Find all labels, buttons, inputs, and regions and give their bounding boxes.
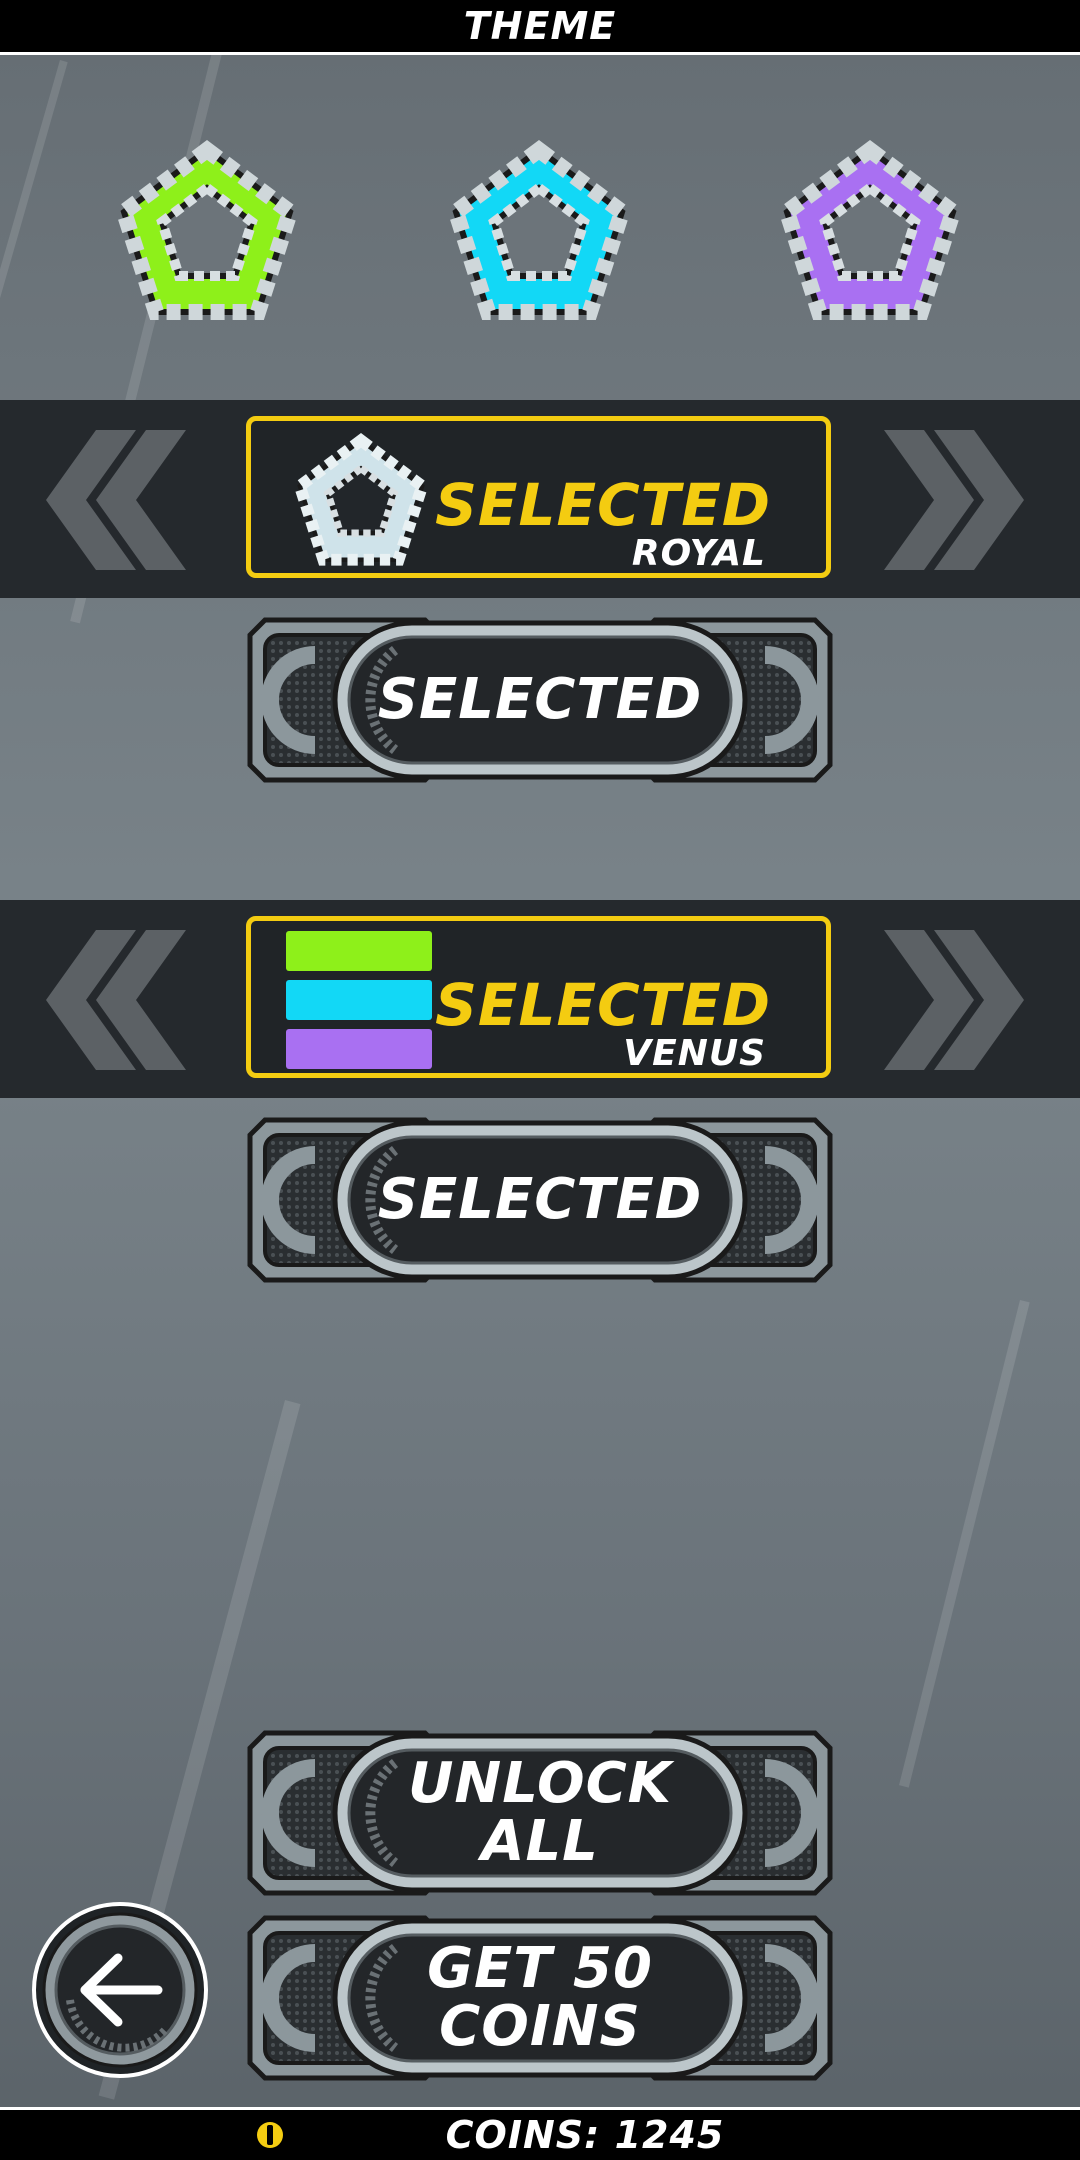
purple-pentagon-icon (777, 140, 963, 320)
header-bar: THEME (0, 0, 1080, 55)
select-color-button[interactable]: SELECTED (245, 1115, 835, 1285)
footer-bar: COINS: 1245 (0, 2107, 1080, 2160)
back-button[interactable] (30, 1900, 210, 2080)
color-swatch-green (286, 931, 432, 971)
unlock-all-button-label: UNLOCK ALL (407, 1751, 673, 1874)
skin-status-label: SELECTED (435, 471, 771, 539)
coin-icon (257, 2122, 283, 2148)
next-color-arrow-icon[interactable] (874, 930, 1044, 1070)
skin-selected-panel: SELECTED ROYAL (246, 416, 831, 578)
color-swatch-cyan (286, 980, 432, 1020)
green-pentagon-icon (114, 140, 300, 320)
get-coins-button[interactable]: GET 50 COINS (245, 1913, 835, 2083)
skin-selector-band: SELECTED ROYAL (0, 400, 1080, 598)
color-name-label: VENUS (623, 1033, 766, 1074)
select-color-button-label: SELECTED (377, 1167, 703, 1232)
unlock-all-button[interactable]: UNLOCK ALL (245, 1728, 835, 1898)
color-selected-panel: SELECTED VENUS (246, 916, 831, 1078)
get-coins-button-label: GET 50 COINS (427, 1936, 653, 2059)
next-skin-arrow-icon[interactable] (874, 430, 1044, 570)
coins-count: COINS: 1245 (445, 2113, 725, 2157)
skin-name-label: ROYAL (631, 533, 766, 574)
select-skin-button[interactable]: SELECTED (245, 615, 835, 785)
previous-color-arrow-icon[interactable] (36, 930, 206, 1070)
cyan-pentagon-icon (446, 140, 632, 320)
royal-pentagon-icon (292, 433, 430, 566)
color-swatch-purple (286, 1029, 432, 1069)
color-selector-band: SELECTED VENUS (0, 900, 1080, 1098)
previous-skin-arrow-icon[interactable] (36, 430, 206, 570)
select-skin-button-label: SELECTED (377, 667, 703, 732)
color-status-label: SELECTED (435, 971, 771, 1039)
page-title: THEME (463, 4, 617, 48)
